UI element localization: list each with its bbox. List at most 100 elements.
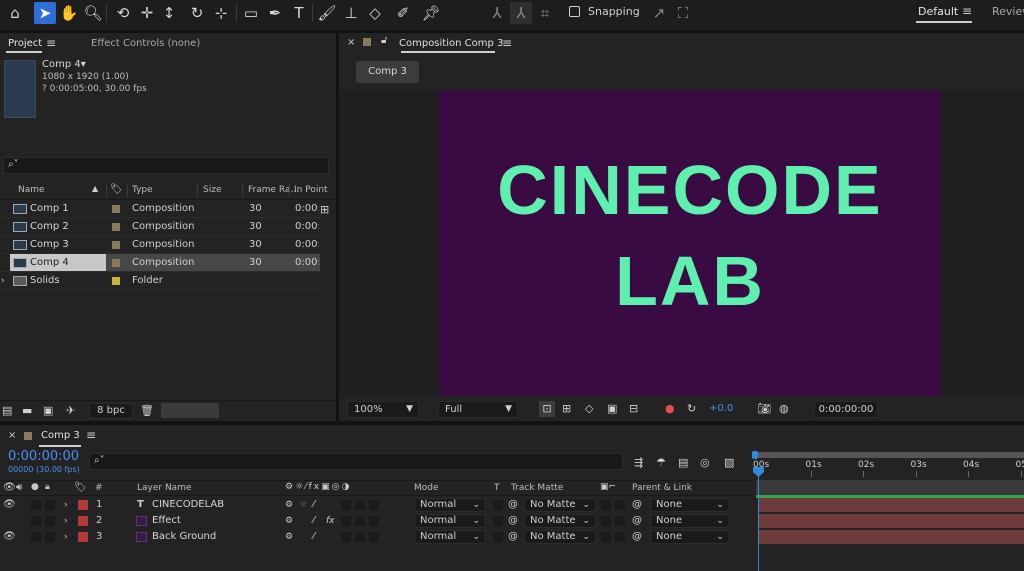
matte-pickwhip-icon[interactable]: @	[508, 513, 518, 529]
type-tool-icon[interactable]: T	[288, 2, 310, 24]
parent-pickwhip-icon[interactable]: @	[632, 513, 642, 529]
layer-duration-bar[interactable]	[758, 514, 1024, 528]
resolution-dropdown[interactable]: Full ▼	[438, 401, 518, 418]
pan-camera-icon[interactable]: ✛	[136, 2, 158, 24]
frame-blending-icon[interactable]: ◎	[700, 455, 710, 471]
snap-edges-icon[interactable]: ↗	[648, 2, 670, 24]
viewer-timecode[interactable]: 0:00:00:00	[814, 401, 878, 418]
panel-menu-icon[interactable]: ≡	[86, 428, 96, 442]
snapping-checkbox[interactable]	[569, 6, 580, 17]
panel-menu-icon[interactable]: ≡	[46, 36, 56, 50]
flowchart-icon[interactable]: ⊞	[320, 203, 329, 216]
frame-blend-switch[interactable]	[341, 516, 351, 526]
composition-canvas[interactable]: CINECODE LAB	[439, 90, 941, 396]
solo-switch[interactable]	[31, 500, 41, 510]
label-color-chip[interactable]	[78, 500, 88, 510]
hand-tool-icon[interactable]: ✋	[58, 2, 80, 24]
axis-view-icon[interactable]: ⌗	[534, 2, 556, 24]
matte-alpha-switch[interactable]	[601, 500, 611, 510]
show-snapshot-icon[interactable]: ◍	[779, 401, 789, 417]
layer-duration-bar[interactable]	[758, 498, 1024, 512]
rotation-tool-icon[interactable]: ↻	[186, 2, 208, 24]
axis-world-icon[interactable]: ⅄	[510, 2, 532, 24]
collapse-switch-icon[interactable]: ☼	[299, 497, 307, 513]
axis-local-icon[interactable]: ⅄	[486, 2, 508, 24]
list-item[interactable]: Comp 3 Composition 30 0:00:0	[0, 236, 320, 254]
layer-duration-bar[interactable]	[758, 530, 1024, 544]
matte-pickwhip-icon[interactable]: @	[508, 529, 518, 545]
workspace-default-tab[interactable]: Default	[918, 5, 958, 18]
playhead-line[interactable]	[758, 471, 759, 571]
viewer-area[interactable]: CINECODE LAB	[339, 90, 1024, 397]
layer-name[interactable]: CINECODELAB	[152, 497, 224, 513]
matte-invert-switch[interactable]	[615, 532, 625, 542]
panel-menu-icon[interactable]: ≡	[502, 36, 512, 50]
grid-guides-icon[interactable]: ⊟	[629, 401, 638, 417]
column-parent-link[interactable]: Parent & Link	[632, 483, 692, 493]
mode-dropdown[interactable]: Normal ⌄	[414, 498, 486, 512]
shy-switch-icon[interactable]: ⚙	[285, 529, 293, 545]
solo-switch[interactable]	[31, 516, 41, 526]
chevron-right-icon[interactable]: ›	[64, 497, 68, 513]
quality-switch-icon[interactable]: ⁄	[313, 529, 315, 545]
close-panel-icon[interactable]: ×	[347, 37, 355, 48]
eraser-tool-icon[interactable]: ◇	[364, 2, 386, 24]
puppet-pin-tool-icon[interactable]: 📌︎	[420, 2, 442, 24]
home-icon[interactable]: ⌂	[4, 2, 26, 24]
chevron-right-icon[interactable]: ›	[64, 529, 68, 545]
close-panel-icon[interactable]: ×	[8, 430, 16, 441]
shy-switch-icon[interactable]: ⚙	[285, 497, 293, 513]
column-mode[interactable]: Mode	[414, 483, 439, 493]
label-color-chip[interactable]	[112, 277, 120, 285]
3d-layer-switch[interactable]	[369, 516, 379, 526]
lock-switch[interactable]	[45, 532, 55, 542]
3d-layer-switch[interactable]	[369, 532, 379, 542]
list-item[interactable]: Comp 2 Composition 30 0:00:0	[0, 218, 320, 236]
composition-panel-title[interactable]: Composition Comp 3	[399, 38, 503, 49]
tab-project[interactable]: Project	[8, 38, 42, 49]
3d-layer-switch[interactable]	[369, 500, 379, 510]
brush-tool-icon[interactable]: 🖌︎	[316, 2, 338, 24]
channels-icon[interactable]: ●	[665, 401, 675, 417]
bpc-button[interactable]: 8 bpc	[89, 403, 133, 419]
dolly-camera-icon[interactable]: ↕	[158, 2, 180, 24]
zoom-dropdown[interactable]: 100% ▼	[347, 401, 419, 418]
label-color-chip[interactable]	[112, 241, 120, 249]
trash-icon[interactable]: 🗑︎	[140, 403, 154, 419]
motion-blur-switch[interactable]	[355, 500, 365, 510]
parent-pickwhip-icon[interactable]: @	[632, 529, 642, 545]
layer-row[interactable]: 👁︎ › 3 Back Ground ⚙ ⁄ Normal ⌄ @ No Matte ⌄ @ None ⌄	[0, 529, 752, 545]
transparency-grid-icon[interactable]: ⊞	[562, 401, 571, 417]
visibility-eye-icon[interactable]: 👁︎	[3, 529, 16, 545]
mode-dropdown[interactable]: Normal ⌄	[414, 530, 486, 544]
quality-switch-icon[interactable]: ⁄	[313, 497, 315, 513]
label-color-chip[interactable]	[112, 259, 120, 267]
frame-blend-switch[interactable]	[341, 500, 351, 510]
column-in-point[interactable]: In Point	[294, 185, 328, 195]
shy-switch-icon[interactable]: ⚙	[285, 513, 293, 529]
chevron-right-icon[interactable]: ›	[64, 513, 68, 529]
interpret-footage-icon[interactable]: ▤	[2, 403, 12, 419]
project-search-input[interactable]: ⌕˅	[3, 157, 329, 174]
solo-switch[interactable]	[31, 532, 41, 542]
matte-pickwhip-icon[interactable]: @	[508, 497, 518, 513]
rectangle-tool-icon[interactable]: ▭	[240, 2, 262, 24]
reset-exposure-icon[interactable]: ↻	[687, 401, 696, 417]
time-ruler-area[interactable]: 00s01s02s03s04s05	[752, 449, 1024, 571]
parent-dropdown[interactable]: None ⌄	[650, 514, 730, 528]
timeline-search-input[interactable]: ⌕˅	[89, 453, 623, 470]
lock-icon[interactable]: 🔓︎	[381, 35, 387, 46]
new-folder-icon[interactable]: ▬	[22, 403, 32, 419]
zoom-navigator-bar[interactable]	[754, 452, 1024, 458]
thumbnail-slider[interactable]	[161, 403, 219, 418]
preserve-transparency-switch[interactable]	[493, 500, 503, 510]
matte-alpha-switch[interactable]	[601, 532, 611, 542]
column-name[interactable]: Name	[18, 185, 45, 195]
frame-blend-switch[interactable]	[341, 532, 351, 542]
layer-row[interactable]: 👁︎ › 1 T CINECODELAB ⚙ ☼ ⁄ Normal ⌄ @ No Matte ⌄ @ Non…	[0, 497, 752, 513]
snapshot-camera-icon[interactable]: 📷︎	[757, 401, 771, 417]
motion-blur-switch[interactable]	[355, 516, 365, 526]
column-layer-name[interactable]: Layer Name	[137, 483, 192, 493]
column-size[interactable]: Size	[203, 185, 221, 195]
anchor-point-tool-icon[interactable]: ⊹	[210, 2, 232, 24]
